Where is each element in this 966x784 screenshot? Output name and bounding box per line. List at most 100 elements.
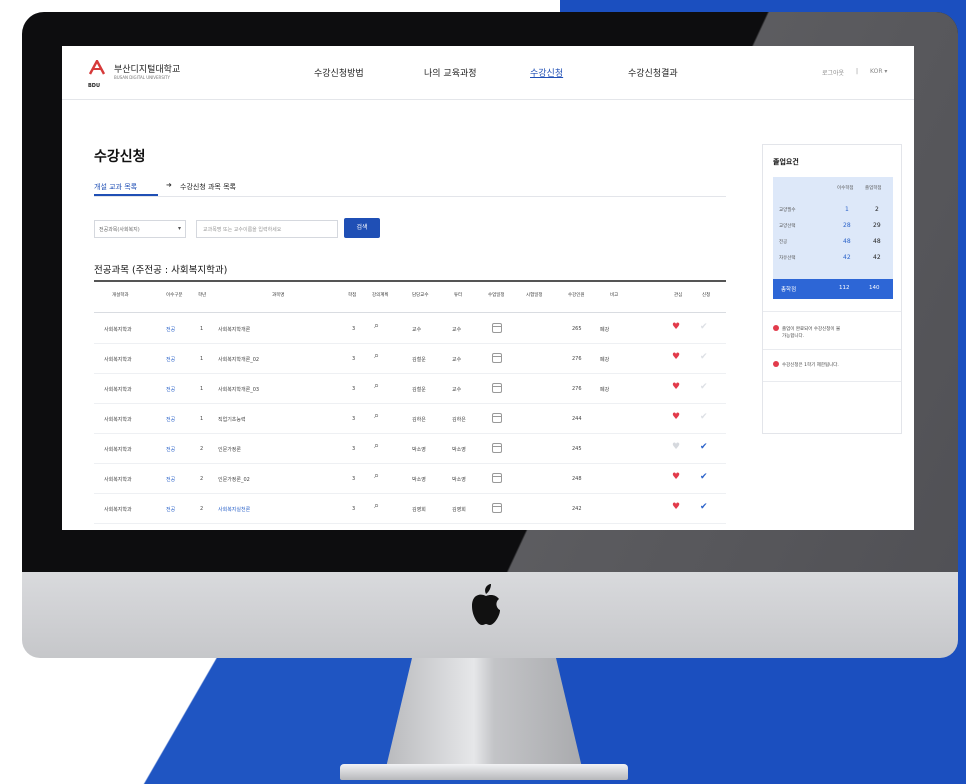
monitor-stand-base [340, 764, 628, 780]
credits-row-earned: 48 [843, 238, 851, 245]
checkbox-icon[interactable]: ✔ [700, 442, 710, 452]
cell-professor: 김철운 [412, 387, 426, 393]
col-header-credit: 학점 [348, 293, 357, 298]
nav-menu-registration-guide[interactable]: 수강신청방법 [314, 66, 364, 79]
monitor-stand [384, 658, 584, 776]
calendar-icon[interactable] [492, 383, 502, 393]
cell-tutor: 교수 [452, 387, 462, 393]
heart-icon[interactable]: ♥ [672, 472, 680, 482]
credits-row-label: 교양선택 [779, 224, 796, 229]
tab-open-courses[interactable]: 개설 교과 목록 [94, 182, 137, 192]
tab-registered-courses[interactable]: 수강신청 과목 목록 [180, 182, 236, 192]
notice-text-2: 수강신청은 1학기 제한됩니다. [782, 363, 839, 368]
magnifier-icon[interactable]: ⌕ [374, 321, 379, 331]
calendar-icon[interactable] [492, 353, 502, 363]
table-row: 사회복지학과 전공 2 사회복지실천론 3 ⌕ 김영희 김영희 242 ♥ ✔ [94, 494, 726, 524]
heart-icon[interactable]: ♥ [672, 502, 680, 512]
cell-course-name[interactable]: 사회복지실천론 [218, 506, 250, 513]
col-header-syllabus: 강의계획 [372, 293, 389, 298]
nav-menu-my-curriculum[interactable]: 나의 교육과정 [424, 66, 477, 79]
col-header-exam-schedule: 시험일정 [526, 293, 543, 298]
cell-type: 전공 [166, 387, 176, 393]
active-tab-underline [94, 194, 158, 196]
calendar-icon[interactable] [492, 503, 502, 513]
cell-credit: 3 [352, 386, 356, 392]
cell-count: 265 [572, 326, 582, 332]
magnifier-icon[interactable]: ⌕ [374, 441, 379, 451]
magnifier-icon[interactable]: ⌕ [374, 471, 379, 481]
cell-tutor: 교수 [452, 357, 462, 363]
university-logo[interactable]: BDU 부산디지털대학교 BUSAN DIGITAL UNIVERSITY [88, 58, 208, 89]
table-row: 사회복지학과 전공 1 직업기초능력 3 ⌕ 김하은 김하은 244 ♥ ✔ [94, 404, 726, 434]
cell-course-name[interactable]: 직업기초능력 [218, 416, 246, 423]
course-category-select[interactable]: 전공과목(사회복지) ▾ [94, 220, 186, 238]
checkbox-icon[interactable]: ✔ [700, 412, 710, 422]
magnifier-icon[interactable]: ⌕ [374, 381, 379, 391]
cell-year: 1 [200, 326, 204, 332]
cell-course-name[interactable]: 사회복지학개론_03 [218, 386, 259, 393]
heart-icon[interactable]: ♥ [672, 382, 680, 392]
cell-credit: 3 [352, 356, 356, 362]
cell-tutor: 김영희 [452, 507, 466, 513]
checkbox-icon[interactable]: ✔ [700, 502, 710, 512]
table-header-divider [94, 312, 726, 313]
col-header-class-schedule: 수업일정 [488, 293, 505, 298]
credits-row-required: 29 [873, 222, 881, 229]
heart-icon[interactable]: ♥ [672, 442, 680, 452]
cell-count: 276 [572, 386, 582, 392]
section-title: 전공과목 (주전공 : 사회복지학과) [94, 265, 228, 276]
heart-icon[interactable]: ♥ [672, 352, 680, 362]
table-row: 사회복지학과 전공 1 사회복지학개론_02 3 ⌕ 김철운 교수 276 폐강 ♥ ✔ [94, 344, 726, 374]
magnifier-icon[interactable]: ⌕ [374, 351, 379, 361]
calendar-icon[interactable] [492, 473, 502, 483]
calendar-icon[interactable] [492, 443, 502, 453]
search-input[interactable]: 교과목명 또는 교수이름을 입력하세요 [196, 220, 338, 238]
cell-type: 전공 [166, 327, 176, 333]
sidebar-divider [763, 349, 901, 350]
nav-menu-registration[interactable]: 수강신청 [530, 66, 563, 79]
cell-course-name[interactable]: 인문가정론 [218, 446, 241, 453]
magnifier-icon[interactable]: ⌕ [374, 411, 379, 421]
calendar-icon[interactable] [492, 413, 502, 423]
sidebar-divider [763, 381, 901, 382]
cell-professor: 김하은 [412, 417, 426, 423]
col-header-like: 관심 [674, 293, 683, 298]
graduation-requirements-panel: 졸업요건 이수학점 졸업학점 교양필수 1 2 교양선택 28 29 전공 48… [762, 144, 902, 434]
cell-type: 전공 [166, 507, 176, 513]
col-header-dept: 개설학과 [112, 293, 129, 298]
cell-note: 폐강 [600, 357, 610, 363]
nav-menu-registration-result[interactable]: 수강신청결과 [628, 66, 678, 79]
sidebar-title: 졸업요건 [773, 158, 799, 166]
total-label: 총학점 [781, 287, 797, 293]
checkbox-icon[interactable]: ✔ [700, 322, 710, 332]
table-row: 사회복지학과 전공 2 인문가정론_02 3 ⌕ 박소영 박소영 248 ♥ ✔ [94, 464, 726, 494]
util-separator: | [856, 68, 859, 75]
cell-dept: 사회복지학과 [104, 477, 132, 483]
search-button[interactable]: 검색 [344, 218, 380, 238]
magnifier-icon[interactable]: ⌕ [374, 501, 379, 511]
cell-type: 전공 [166, 447, 176, 453]
cell-dept: 사회복지학과 [104, 417, 132, 423]
heart-icon[interactable]: ♥ [672, 322, 680, 332]
credits-row-required: 42 [873, 254, 881, 261]
checkbox-icon[interactable]: ✔ [700, 472, 710, 482]
alert-dot-icon [773, 325, 779, 331]
cell-count: 248 [572, 476, 582, 482]
cell-course-name[interactable]: 인문가정론_02 [218, 476, 250, 483]
chevron-down-icon: ▾ [177, 225, 181, 232]
col-header-apply: 신청 [702, 293, 711, 298]
col-header-name: 과목명 [272, 293, 285, 298]
logout-link[interactable]: 로그아웃 [822, 68, 844, 77]
heart-icon[interactable]: ♥ [672, 412, 680, 422]
calendar-icon[interactable] [492, 323, 502, 333]
cell-professor: 교수 [412, 327, 422, 333]
language-selector[interactable]: KOR ▾ [870, 68, 887, 75]
checkbox-icon[interactable]: ✔ [700, 382, 710, 392]
sidebar-divider [763, 311, 901, 312]
checkbox-icon[interactable]: ✔ [700, 352, 710, 362]
table-row: 사회복지학과 전공 1 사회복지학개론_03 3 ⌕ 김철운 교수 276 폐강 ♥ ✔ [94, 374, 726, 404]
cell-professor: 박소영 [412, 477, 426, 483]
cell-course-name[interactable]: 사회복지학개론_02 [218, 356, 259, 363]
cell-course-name[interactable]: 사회복지학개론 [218, 326, 250, 333]
cell-credit: 3 [352, 476, 356, 482]
